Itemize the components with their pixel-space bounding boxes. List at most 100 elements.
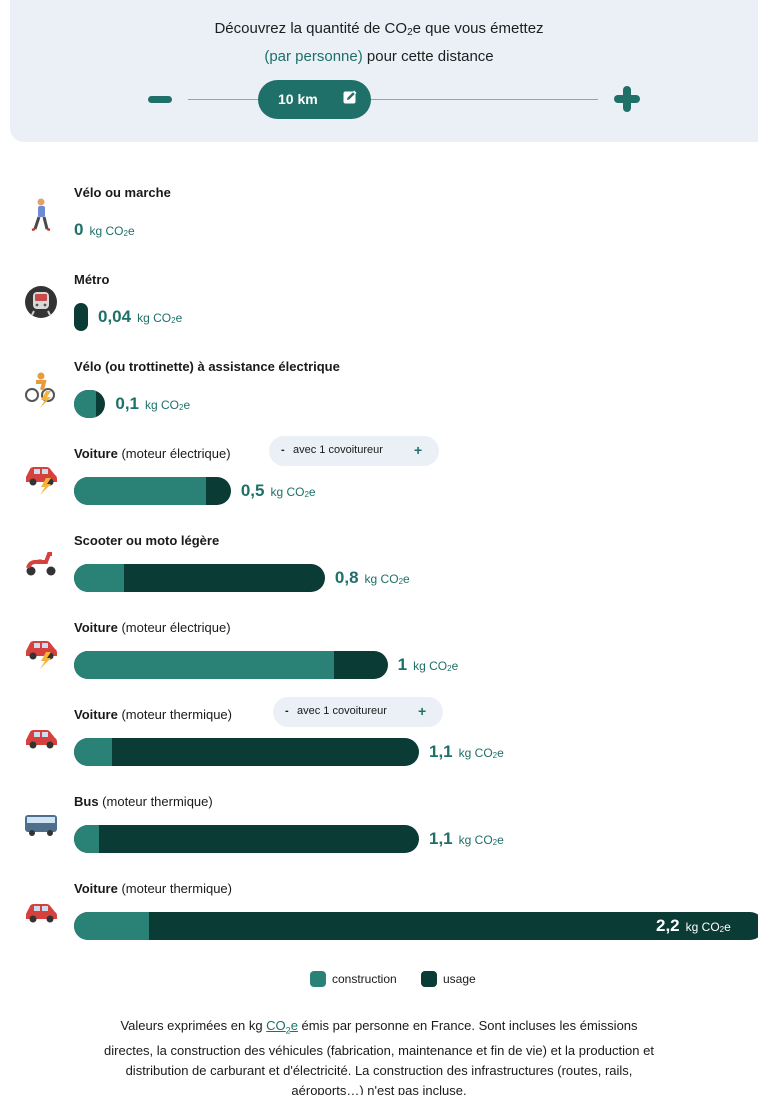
transport-label: Vélo (ou trottinette) à assistance élect… (74, 359, 340, 374)
transport-label-bold: Bus (74, 794, 99, 809)
carpool-increase-button[interactable]: + (418, 703, 426, 719)
emission-value: 0 kg CO2e (74, 220, 135, 240)
emission-unit: kg CO2e (459, 746, 504, 760)
transport-row: Voiture (moteur électrique) - avec 1 covoi… (0, 436, 758, 530)
emission-bar (74, 303, 88, 331)
emission-number: 1,1 (429, 829, 453, 848)
transport-row: Voiture (moteur électrique) 1 kg CO2e (0, 617, 758, 704)
minus-icon[interactable] (148, 92, 172, 106)
emission-number: 1 (397, 655, 408, 674)
co2e-link-text: CO (266, 1018, 286, 1033)
legend-construction-label: construction (332, 972, 397, 986)
emission-value: 0,8 kg CO2e (335, 568, 410, 588)
unit-suffix: e (127, 224, 135, 238)
transport-row: Voiture (moteur thermique) 2,2 kg CO2e (0, 878, 758, 965)
emission-unit: kg CO2e (145, 398, 190, 412)
headline-text: Découvrez la quantité de CO (214, 20, 408, 37)
transport-label-detail: (moteur électrique) (117, 620, 231, 635)
emission-number: 0,5 (240, 481, 265, 500)
unit-suffix: e (497, 746, 504, 760)
unit-suffix: e (724, 920, 731, 934)
per-person-link[interactable]: (par personne) (264, 48, 362, 65)
headline-line-2: (par personne) pour cette distance (0, 45, 758, 69)
transport-label-detail: (moteur électrique) (117, 446, 231, 461)
transport-row: Vélo (ou trottinette) à assistance élect… (0, 356, 758, 443)
transport-label-bold: Voiture (74, 620, 118, 635)
transport-label: Scooter ou moto légère (74, 533, 219, 548)
unit-text: kg CO (685, 920, 720, 934)
emission-unit: kg CO2e (89, 224, 134, 238)
unit-text: kg CO (364, 572, 399, 586)
co2e-link[interactable]: CO2e (266, 1018, 298, 1036)
emission-bar (74, 477, 231, 505)
transport-label-bold: Voiture (74, 707, 118, 722)
construction-segment (74, 477, 206, 505)
transport-label-bold: Voiture (74, 446, 118, 461)
transport-label: Bus (moteur thermique) (74, 794, 213, 809)
co2e-link-suffix: e (290, 1018, 298, 1033)
unit-suffix: e (183, 398, 191, 412)
distance-value-button[interactable]: 10 km (258, 80, 371, 119)
e-bike-icon (22, 370, 60, 408)
carpool-decrease-button[interactable]: - (285, 705, 289, 717)
car-icon (22, 892, 60, 930)
unit-suffix: e (308, 485, 316, 499)
emission-bar (74, 390, 106, 418)
headline-text-suffix: e que vous émettez (412, 20, 544, 37)
transport-label: Voiture (moteur électrique) (74, 446, 231, 461)
carpool-decrease-button[interactable]: - (281, 444, 285, 456)
electric-car-icon (22, 631, 60, 669)
plus-icon[interactable] (614, 86, 640, 112)
emission-value: 0,1 kg CO2e (115, 394, 190, 414)
emission-number: 2,2 (656, 916, 680, 935)
construction-segment (74, 912, 150, 940)
emission-value: 1,1 kg CO2e (429, 829, 504, 849)
emission-bar (74, 564, 325, 592)
methodology-text: Valeurs exprimées en kg CO2e émis par pe… (99, 1016, 659, 1095)
unit-text: kg CO (270, 485, 305, 499)
unit-suffix: e (403, 572, 410, 586)
emission-unit: kg CO2e (459, 833, 504, 847)
car-icon (22, 718, 60, 756)
unit-text: kg CO (413, 659, 448, 673)
transport-label: Voiture (moteur thermique) (74, 707, 232, 722)
carpool-increase-button[interactable]: + (414, 442, 422, 458)
slider-track-right[interactable] (371, 99, 598, 100)
unit-suffix: e (175, 311, 183, 325)
transport-row: Métro 0,04 kg CO2e (0, 269, 758, 356)
transport-label: Voiture (moteur thermique) (74, 881, 232, 896)
construction-segment (74, 825, 100, 853)
transport-label-bold: Voiture (74, 881, 118, 896)
slider-track-left[interactable] (188, 99, 258, 100)
emission-bar (74, 651, 388, 679)
unit-suffix: e (497, 833, 504, 847)
emission-value: 1 kg CO2e (398, 655, 459, 675)
construction-segment (74, 564, 125, 592)
legend-usage-swatch (421, 971, 437, 987)
carpool-selector[interactable]: - avec 1 covoitureur + (273, 697, 443, 727)
transport-row: Voiture (moteur thermique) - avec 1 covoit… (0, 697, 758, 791)
unit-suffix: e (451, 659, 459, 673)
emission-value: 2,2 kg CO2e (656, 916, 731, 936)
emission-bar (74, 738, 419, 766)
emission-unit: kg CO2e (365, 572, 410, 586)
transport-label: Métro (74, 272, 109, 287)
electric-car-icon (22, 457, 60, 495)
emission-number: 0 (74, 220, 84, 239)
emission-bar (74, 825, 419, 853)
emission-number: 0,1 (115, 394, 139, 413)
methodology-note: Valeurs exprimées en kg CO2e émis par pe… (0, 1016, 758, 1095)
transport-row: Bus (moteur thermique) 1,1 kg CO2e (0, 791, 758, 878)
walking-person-icon (22, 196, 60, 234)
transport-label-bold: Vélo (ou trottinette) à assistance élect… (74, 359, 340, 374)
legend: construction usage (0, 970, 758, 990)
carpool-selector[interactable]: - avec 1 covoitureur + (269, 436, 439, 466)
headline-line2-text: pour cette distance (362, 48, 494, 65)
emission-unit: kg CO2e (686, 920, 731, 934)
transport-row: Vélo ou marche 0 kg CO2e (0, 182, 758, 269)
unit-text: kg CO (137, 311, 172, 325)
page-headline: Découvrez la quantité de CO2e que vous é… (0, 17, 758, 69)
edit-icon (343, 90, 357, 104)
bus-icon (22, 805, 60, 843)
emission-value: 1,1 kg CO2e (429, 742, 504, 762)
